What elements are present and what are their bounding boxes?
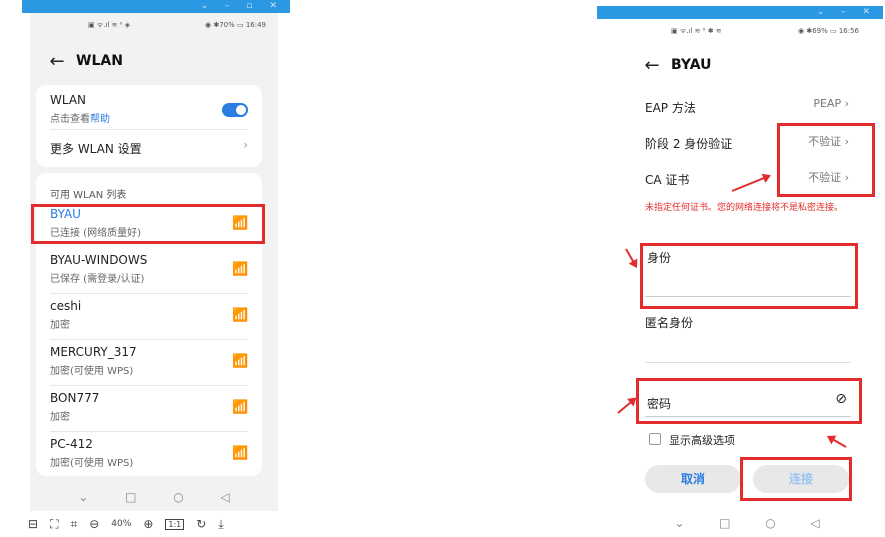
eap-method-text: PEAP — [813, 97, 842, 110]
anonymous-identity-label: 匿名身份 — [645, 316, 694, 330]
network-status: 加密(可使用 WPS) — [50, 366, 134, 377]
zoom-level: 40% — [111, 519, 132, 529]
network-status: 加密 — [50, 320, 70, 331]
divider — [50, 129, 248, 130]
more-wlan-settings-row[interactable]: 更多 WLAN 设置 › — [36, 138, 262, 158]
right-window-titlebar: ⌄ – ✕ — [597, 6, 883, 19]
wifi-locked-icon: 📶 — [232, 446, 249, 461]
network-item[interactable]: PC-412 加密(可使用 WPS) 📶 — [36, 437, 262, 477]
rotate-icon[interactable]: ↻ — [196, 517, 206, 531]
divider — [50, 385, 248, 386]
zoom-out-icon[interactable]: ⊖ — [89, 517, 99, 531]
anonymous-identity-field[interactable] — [645, 331, 851, 363]
highlight-box — [740, 457, 852, 501]
back-arrow-icon[interactable]: ← — [44, 51, 70, 72]
actual-size-icon[interactable]: 1:1 — [165, 518, 185, 530]
ca-cert-label: CA 证书 — [645, 173, 690, 187]
network-name: PC-412 — [50, 437, 93, 451]
back-arrow-icon[interactable]: ← — [639, 55, 665, 76]
wifi-icon: 📶 — [232, 262, 249, 277]
back-triangle-icon[interactable]: ◁ — [220, 490, 229, 504]
wlan-toggle-row[interactable]: WLAN 点击查看帮助 — [36, 93, 262, 125]
zoom-in-icon[interactable]: ⊕ — [143, 517, 153, 531]
home-circle-icon[interactable]: ○ — [765, 516, 775, 530]
network-status: 已保存 (需登录/认证) — [50, 274, 145, 285]
viewer-toolbar: ⊟ ⛶ ⌗ ⊖ 40% ⊕ 1:1 ↻ ⤓ — [22, 511, 284, 537]
network-status: 加密(可使用 WPS) — [50, 458, 134, 469]
highlight-box — [636, 378, 862, 424]
page-title: WLAN — [76, 53, 123, 69]
android-nav-bar: ⌄ □ ○ ◁ — [627, 511, 867, 535]
advanced-options-checkbox[interactable] — [649, 433, 661, 445]
back-triangle-icon[interactable]: ◁ — [810, 516, 819, 530]
wlan-toggle[interactable] — [222, 103, 248, 117]
status-bar: ▣ ᯤ.ıl ≋ ⁰ ✱ ≋ ◉ ✱69% ▭ 16:56 — [627, 19, 867, 41]
status-bar: ▣ ᯤ.ıl ≋ ⁰ ◈ ◉ ✱70% ▭ 16:49 — [30, 13, 278, 35]
chevron-right-icon: › — [243, 138, 248, 152]
network-name: MERCURY_317 — [50, 345, 137, 359]
network-status: 加密 — [50, 412, 70, 423]
highlight-box — [777, 123, 875, 197]
cert-warning: 未指定任何证书。您的网络连接将不是私密连接。 — [645, 203, 844, 213]
wifi-locked-icon: 📶 — [232, 354, 249, 369]
phase2-auth-label: 阶段 2 身份验证 — [645, 137, 733, 151]
highlight-box — [31, 204, 265, 244]
help-link[interactable]: 帮助 — [90, 114, 110, 125]
window-controls[interactable]: ⌄ – ✕ — [817, 6, 877, 19]
divider — [50, 339, 248, 340]
network-name: ceshi — [50, 299, 82, 313]
chevron-down-icon[interactable]: ⌄ — [674, 516, 684, 530]
eap-method-value: PEAP › — [813, 97, 849, 110]
download-icon[interactable]: ⤓ — [218, 517, 223, 532]
wifi-locked-icon: 📶 — [232, 308, 249, 323]
page-title: BYAU — [671, 57, 712, 73]
wifi-locked-icon: 📶 — [232, 400, 249, 415]
network-name: BON777 — [50, 391, 100, 405]
header: ← WLAN — [30, 43, 278, 79]
network-name: BYAU-WINDOWS — [50, 253, 148, 267]
grid-icon[interactable]: ⊟ — [28, 517, 38, 531]
eap-method-row[interactable]: EAP 方法 PEAP › — [627, 97, 867, 117]
recents-square-icon[interactable]: □ — [125, 490, 136, 504]
status-icons-left: ▣ ᯤ.ıl ≋ ⁰ ◈ — [88, 21, 131, 29]
recents-square-icon[interactable]: □ — [719, 516, 730, 530]
chevron-down-icon[interactable]: ⌄ — [78, 490, 88, 504]
left-phone-screen: ▣ ᯤ.ıl ≋ ⁰ ◈ ◉ ✱70% ▭ 16:49 ← WLAN WLAN … — [30, 13, 278, 511]
more-wlan-settings-label: 更多 WLAN 设置 — [50, 142, 142, 156]
fit-screen-icon[interactable]: ⌗ — [70, 517, 77, 532]
status-icons-right: ◉ ✱70% ▭ 16:49 — [205, 21, 266, 29]
header: ← BYAU — [627, 47, 867, 83]
eap-method-label: EAP 方法 — [645, 101, 696, 115]
fullscreen-icon[interactable]: ⛶ — [50, 517, 58, 532]
android-nav-bar: ⌄ □ ○ ◁ — [30, 485, 278, 509]
advanced-options-label: 显示高级选项 — [669, 434, 735, 447]
network-list-header: 可用 WLAN 列表 — [50, 190, 127, 201]
cancel-button[interactable]: 取消 — [645, 465, 741, 493]
left-window-titlebar: ⌄ – ▫ ✕ — [22, 0, 290, 13]
status-icons-right: ◉ ✱69% ▭ 16:56 — [798, 27, 859, 35]
wlan-help-prefix: 点击查看 — [50, 114, 90, 125]
window-controls[interactable]: ⌄ – ▫ ✕ — [201, 0, 284, 13]
status-icons-left: ▣ ᯤ.ıl ≋ ⁰ ✱ ≋ — [671, 27, 722, 35]
divider — [50, 293, 248, 294]
highlight-box — [640, 243, 858, 309]
wlan-settings-card: WLAN 点击查看帮助 更多 WLAN 设置 › — [36, 85, 262, 167]
divider — [50, 431, 248, 432]
home-circle-icon[interactable]: ○ — [173, 490, 183, 504]
